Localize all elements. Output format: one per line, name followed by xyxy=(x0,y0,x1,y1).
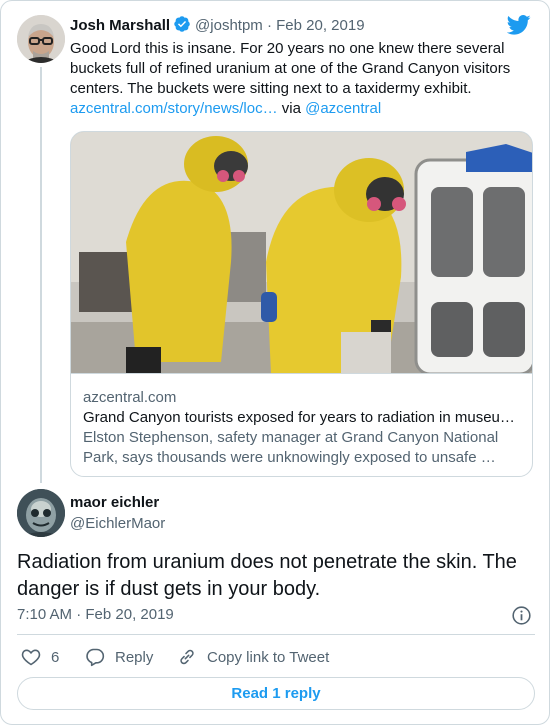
read-replies-button[interactable]: Read 1 reply xyxy=(17,677,535,710)
parent-author-name[interactable]: Josh Marshall xyxy=(70,17,170,34)
parent-tweet-header: Josh Marshall @joshtpm · Feb 20, 2019 xyxy=(70,15,365,36)
reply-button[interactable]: Reply xyxy=(85,647,177,667)
link-preview-domain: azcentral.com xyxy=(83,389,177,406)
reply-author-handle[interactable]: @EichlerMaor xyxy=(70,514,165,534)
josh-marshall-avatar[interactable] xyxy=(17,15,65,63)
link-preview-description: Elston Stephenson, safety manager at Gra… xyxy=(83,429,499,466)
azcentral-mention-link[interactable]: @azcentral xyxy=(305,100,381,117)
thread-connector-line xyxy=(40,67,42,483)
parent-author-handle[interactable]: @joshtpm xyxy=(195,17,263,34)
speech-bubble-icon xyxy=(86,648,105,667)
like-count: 6 xyxy=(51,648,60,666)
parent-tweet-text: Good Lord this is insane. For 20 years n… xyxy=(70,39,525,119)
tweet-embed-card: Josh Marshall @joshtpm · Feb 20, 2019 Goo… xyxy=(0,0,550,725)
action-divider xyxy=(17,634,535,635)
link-preview-image xyxy=(71,132,532,374)
meta-separator: · xyxy=(266,17,272,34)
link-preview-title: Grand Canyon tourists exposed for years … xyxy=(83,409,515,426)
link-preview-card[interactable]: azcentral.com Grand Canyon tourists expo… xyxy=(70,131,533,477)
copy-link-label: Copy link to Tweet xyxy=(207,648,330,666)
copy-link-button[interactable]: Copy link to Tweet xyxy=(177,647,329,667)
chain-link-icon xyxy=(180,649,194,665)
info-circle-icon[interactable] xyxy=(511,605,532,626)
reply-label: Reply xyxy=(115,648,154,666)
read-replies-label: Read 1 reply xyxy=(231,685,321,702)
parent-tweet-date[interactable]: Feb 20, 2019 xyxy=(276,17,364,34)
parent-tweet-body: Good Lord this is insane. For 20 years n… xyxy=(70,40,511,97)
twitter-bird-icon[interactable] xyxy=(507,15,531,35)
via-label: via xyxy=(281,100,301,117)
maor-eichler-avatar[interactable] xyxy=(17,489,65,537)
heart-icon xyxy=(21,649,41,666)
like-button[interactable]: 6 xyxy=(21,647,85,667)
tweet-actions-bar: 6 Reply Copy link to Tweet xyxy=(21,646,329,668)
reply-author-name[interactable]: maor eichler xyxy=(70,493,159,513)
reply-timestamp[interactable]: 7:10 AM · Feb 20, 2019 xyxy=(17,605,174,625)
reply-tweet-text: Radiation from uranium does not penetrat… xyxy=(17,551,517,600)
article-link[interactable]: azcentral.com/story/news/loc… xyxy=(70,100,278,117)
verified-badge-icon xyxy=(174,16,190,32)
